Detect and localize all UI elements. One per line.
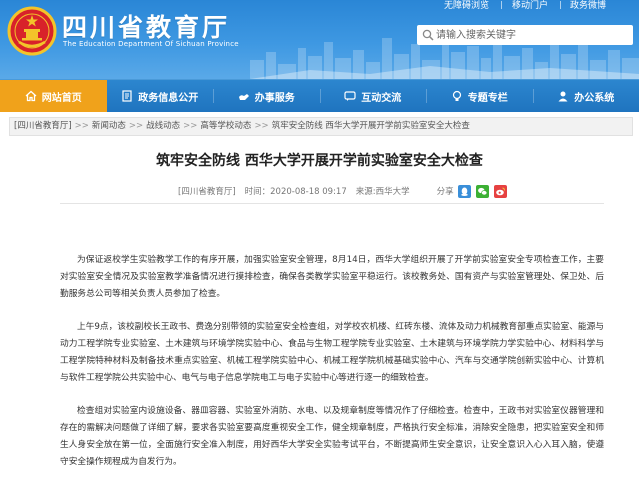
nav-item-label: 专题专栏	[467, 92, 508, 104]
nav-item-label: 网站首页	[41, 92, 82, 104]
mobile-portal-link[interactable]: 移动门户	[512, 0, 562, 11]
accessibility-link[interactable]: 无障碍浏览	[444, 0, 503, 11]
nav-item-label: 办公系统	[574, 92, 615, 104]
chat-icon	[344, 91, 356, 101]
breadcrumb: [四川省教育厅] >> 新闻动态 >> 战线动态 >> 高等学校动态 >> 筑牢安全防线 西华大…	[9, 117, 633, 136]
site-subtitle: The Education Department Of Sichuan Prov…	[63, 40, 239, 48]
user-icon	[558, 91, 568, 102]
breadcrumb-separator: >>	[254, 121, 269, 131]
nav-item-home[interactable]: 网站首页	[0, 80, 107, 112]
breadcrumb-separator: >>	[128, 121, 144, 131]
search-icon[interactable]	[422, 29, 434, 41]
nav-item-interaction[interactable]: 互动交流	[319, 80, 427, 112]
meta-divider	[60, 203, 604, 204]
nav-item-label: 政务信息公开	[138, 92, 199, 104]
breadcrumb-separator: >>	[183, 121, 198, 131]
site-header: 四川省教育厅 The Education Department Of Sichu…	[0, 0, 639, 79]
qq-icon[interactable]	[457, 184, 471, 198]
breadcrumb-item-university-news[interactable]: 高等学校动态	[200, 121, 251, 131]
breadcrumb-item-site[interactable]: [四川省教育厅]	[14, 121, 72, 131]
search-box	[417, 25, 633, 45]
share-label: 分享	[436, 187, 454, 197]
breadcrumb-item-front-news[interactable]: 战线动态	[146, 121, 180, 131]
article-body: 为保证返校学生实验教学工作的有序开展，加强实验室安全管理，8月14日，西华大学组…	[60, 252, 604, 486]
service-icon	[238, 94, 249, 100]
meta-source: 来源:西华大学	[355, 187, 410, 197]
nav-item-label: 互动交流	[361, 92, 402, 104]
nav-item-topics[interactable]: 专题专栏	[426, 80, 533, 112]
national-emblem-logo	[7, 6, 57, 56]
breadcrumb-item-current: 筑牢安全防线 西华大学开展开学前实验室安全大检查	[271, 121, 470, 131]
nav-item-services[interactable]: 办事服务	[213, 80, 320, 112]
main-nav: 网站首页 政务信息公开 办事服务 互动交流 专题专栏 办公系统	[0, 79, 639, 112]
home-icon	[25, 90, 37, 102]
weibo-icon[interactable]	[493, 184, 507, 198]
top-links: 无障碍浏览 移动门户 政务微博	[440, 0, 639, 12]
lightbulb-icon	[452, 90, 461, 101]
nav-item-gov-info[interactable]: 政务信息公开	[107, 80, 214, 112]
article-paragraph: 检查组对实验室内设施设备、器皿容器、实验室外消防、水电、以及规章制度等情况作了仔…	[60, 406, 604, 467]
meta-source-site: [四川省教育厅]	[178, 187, 236, 197]
article-paragraph: 为保证返校学生实验教学工作的有序开展，加强实验室安全管理，8月14日，西华大学组…	[60, 255, 604, 299]
breadcrumb-separator: >>	[74, 121, 89, 131]
document-icon	[122, 90, 132, 102]
nav-item-office[interactable]: 办公系统	[532, 80, 639, 112]
article-meta: [四川省教育厅] 时间：2020-08-18 09:17 来源:西华大学 分享	[178, 184, 512, 198]
site-title: 四川省教育厅	[62, 13, 231, 42]
article-title: 筑牢安全防线 西华大学开展开学前实验室安全大检查	[156, 153, 483, 169]
nav-item-label: 办事服务	[254, 92, 295, 104]
article-paragraph: 上午9点，该校副校长王政书、费逸分别带领的实验室安全检查组，对学校农机楼、红砖东…	[60, 322, 604, 383]
search-input[interactable]	[436, 27, 626, 43]
wechat-icon[interactable]	[475, 184, 489, 198]
meta-time: 时间：2020-08-18 09:17	[244, 187, 347, 197]
breadcrumb-item-news[interactable]: 新闻动态	[92, 121, 126, 131]
gov-weibo-link[interactable]: 政务微博	[570, 0, 606, 11]
